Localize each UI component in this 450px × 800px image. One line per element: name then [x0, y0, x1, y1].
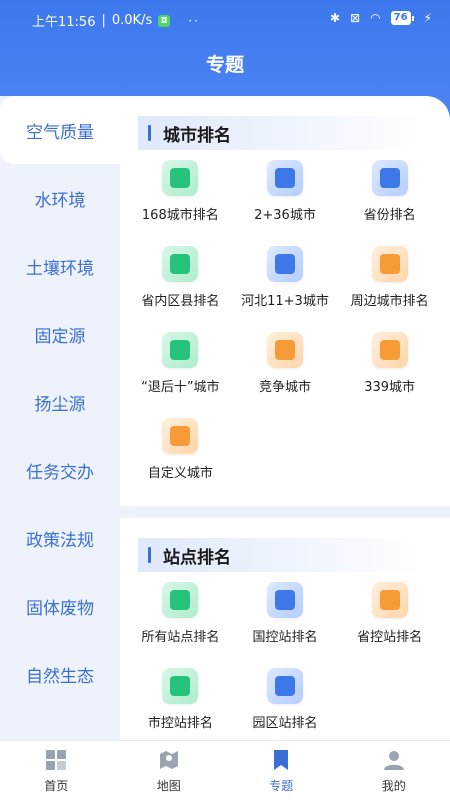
sidebar-item-air[interactable]: 空气质量 — [0, 96, 120, 164]
tile-nearby-city[interactable]: 周边城市排名 — [337, 246, 442, 324]
tile-provincial-station[interactable]: 省控站排名 — [337, 582, 442, 660]
sidebar-item-soil[interactable]: 土壤环境 — [0, 232, 120, 300]
sidebar-item-water[interactable]: 水环境 — [0, 164, 120, 232]
tab-map[interactable]: 地图 — [113, 741, 226, 800]
tile-district-ranking[interactable]: 省内区县排名 — [128, 246, 233, 324]
star-badge-icon — [162, 332, 199, 368]
provincial-station-icon — [371, 582, 408, 618]
tile-national-station[interactable]: 国控站排名 — [233, 582, 338, 660]
national-station-icon — [266, 582, 303, 618]
section-header: 城市排名 — [138, 116, 432, 150]
city-339-icon — [371, 332, 408, 368]
bookmark-icon — [268, 747, 294, 773]
tab-topics[interactable]: 专题 — [225, 741, 338, 800]
location-pin-icon — [162, 582, 199, 618]
more-dots: ·· — [188, 13, 200, 28]
nearby-icon — [371, 246, 408, 282]
ranking-icon — [162, 160, 199, 196]
bottom-tabbar: 首页 地图 专题 我的 — [0, 740, 450, 800]
charging-icon: ⚡ — [423, 11, 432, 25]
park-station-icon — [266, 668, 303, 704]
tile-province-ranking[interactable]: 省份排名 — [337, 160, 442, 238]
grid-station: 所有站点排名 国控站排名 省控站排名 市控站排名 园区站排名 — [128, 582, 442, 740]
wifi-icon: ◠ — [370, 11, 381, 25]
section-station-ranking: 站点排名 所有站点排名 国控站排名 省控站排名 市控站排名 园区站排名 — [120, 538, 450, 740]
sim-icon: ⊠ — [350, 11, 361, 25]
page-title: 专题 — [205, 54, 244, 76]
city-icon — [266, 160, 303, 196]
tile-park-station[interactable]: 园区站排名 — [233, 668, 338, 740]
tile-2-36-city[interactable]: 2+36城市 — [233, 160, 338, 238]
sidebar-item-waste[interactable]: 固体废物 — [0, 572, 120, 640]
section-header: 站点排名 — [138, 538, 432, 572]
province-icon — [371, 160, 408, 196]
section-divider — [120, 506, 450, 518]
notification-icon: ◘ — [158, 14, 171, 27]
status-time: 上午11:56 — [32, 15, 96, 30]
city-station-icon — [162, 668, 199, 704]
district-icon — [162, 246, 199, 282]
tile-competing-city[interactable]: 竞争城市 — [233, 332, 338, 410]
tile-168-city[interactable]: 168城市排名 — [128, 160, 233, 238]
sidebar-item-tasks[interactable]: 任务交办 — [0, 436, 120, 504]
status-bar: 上午11:56 | 0.0K/s ◘ ·· ✱ ⊠ ◠ 76 ⚡ — [32, 11, 432, 30]
sidebar-item-policy[interactable]: 政策法规 — [0, 504, 120, 572]
section-city-ranking: 城市排名 168城市排名 2+36城市 省份排名 省内区县排名 河北11+3城市… — [120, 116, 450, 496]
sidebar-item-dust[interactable]: 扬尘源 — [0, 368, 120, 436]
map-icon — [156, 747, 182, 773]
tab-home[interactable]: 首页 — [0, 741, 113, 800]
tile-339-city[interactable]: 339城市 — [337, 332, 442, 410]
sidebar-item-fixed-source[interactable]: 固定源 — [0, 300, 120, 368]
sidebar-item-ecology[interactable]: 自然生态 — [0, 640, 120, 708]
hebei-icon — [266, 246, 303, 282]
grid-city: 168城市排名 2+36城市 省份排名 省内区县排名 河北11+3城市 周边城市… — [128, 160, 442, 496]
tile-custom-city[interactable]: 自定义城市 — [128, 418, 233, 496]
home-icon — [43, 747, 69, 773]
tile-city-station[interactable]: 市控站排名 — [128, 668, 233, 740]
grid-apps-icon — [162, 418, 199, 454]
battery-icon: 76 — [390, 11, 414, 25]
competition-icon — [266, 332, 303, 368]
tile-all-stations[interactable]: 所有站点排名 — [128, 582, 233, 660]
tile-hebei-city[interactable]: 河北11+3城市 — [233, 246, 338, 324]
status-speed: 0.0K/s — [111, 13, 153, 28]
bluetooth-icon: ✱ — [330, 11, 341, 25]
tab-me[interactable]: 我的 — [338, 741, 450, 800]
content-panel: 城市排名 168城市排名 2+36城市 省份排名 省内区县排名 河北11+3城市… — [120, 96, 450, 740]
tile-bottom-ten[interactable]: “退后十”城市 — [128, 332, 233, 410]
user-icon — [381, 747, 407, 773]
sidebar: 空气质量 水环境 土壤环境 固定源 扬尘源 任务交办 政策法规 固体废物 自然生… — [0, 96, 120, 740]
